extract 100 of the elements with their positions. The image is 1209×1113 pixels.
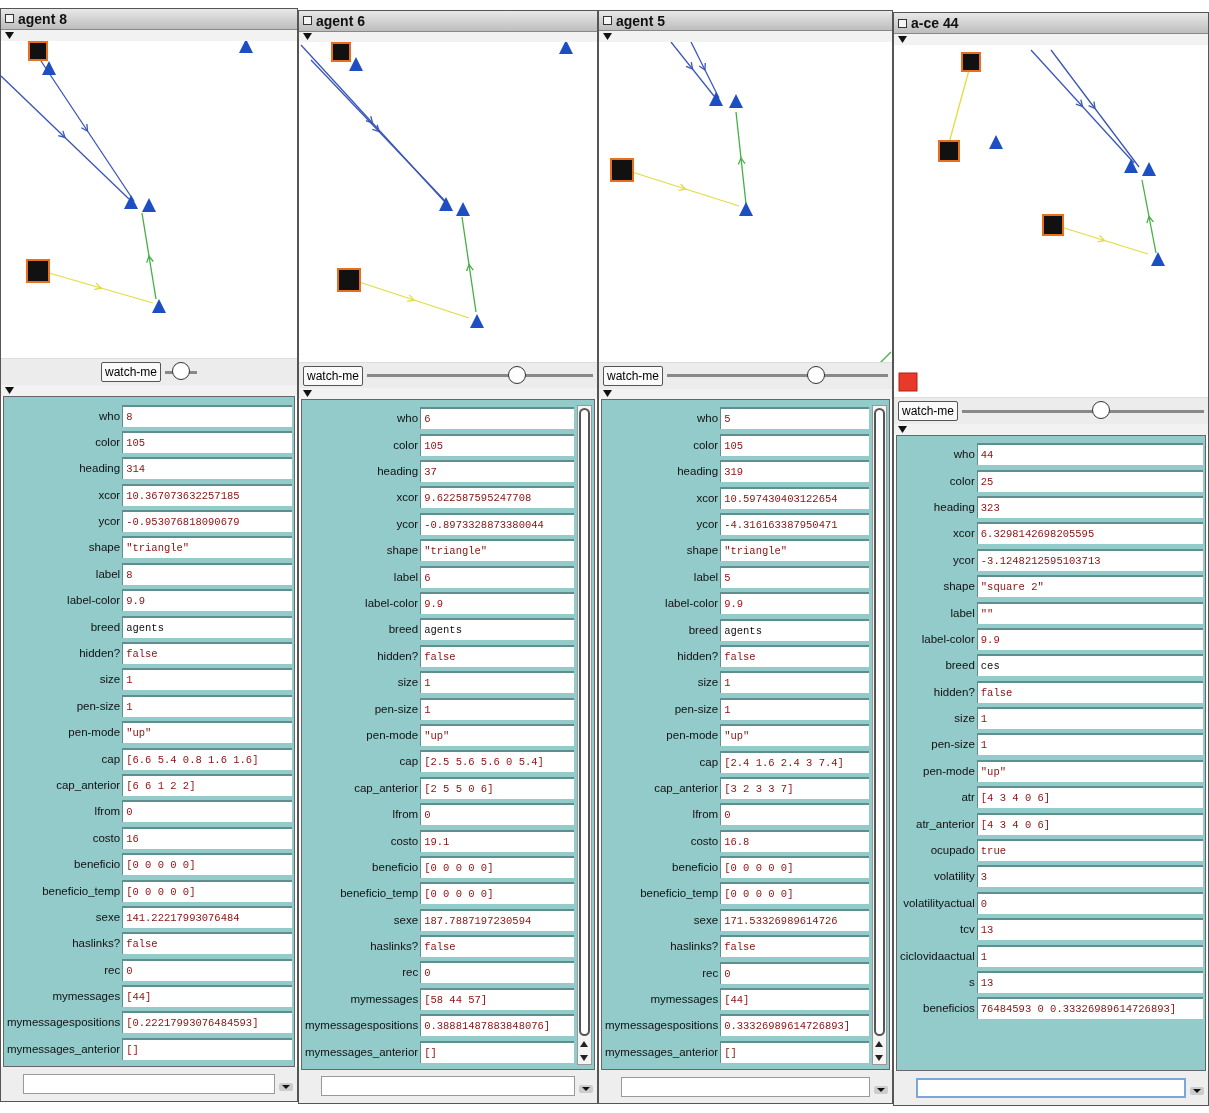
property-field[interactable]: 141.22217993076484 [122,905,292,928]
property-field[interactable]: [2 5 5 0 6] [420,776,574,799]
disclosure-triangle-icon[interactable] [303,33,312,41]
property-field[interactable]: 0 [420,803,574,826]
property-field[interactable]: true [976,839,1203,862]
property-field[interactable]: 0 [122,958,292,981]
property-field[interactable]: "triangle" [720,539,869,562]
property-field[interactable]: 1 [976,944,1203,967]
property-field[interactable]: 319 [720,460,869,483]
property-field[interactable]: 314 [122,457,292,480]
command-field[interactable] [621,1076,870,1097]
property-field[interactable]: 1 [122,668,292,691]
property-field[interactable]: 25 [976,469,1203,492]
property-field[interactable]: 1 [122,694,292,717]
property-field[interactable]: 0.38881487883848076] [420,1014,574,1037]
property-field[interactable]: 10.597430403122654 [720,486,869,509]
disclosure-triangle-icon[interactable] [898,36,907,43]
property-field[interactable]: [0.22217993076484593] [122,1011,292,1034]
property-field[interactable]: 10.367073632257185 [122,483,292,506]
property-field[interactable]: [2.4 1.6 2.4 3 7.4] [720,750,869,773]
property-field[interactable]: [44] [122,985,292,1008]
property-field[interactable]: 1 [720,697,869,720]
property-field[interactable]: false [122,642,292,664]
disclosure-triangle-icon[interactable] [5,31,14,39]
scroll-bar[interactable] [872,405,887,1065]
property-field[interactable]: 105 [122,430,292,453]
property-field[interactable]: 44 [976,443,1203,466]
property-field[interactable]: 6 [420,407,574,430]
slider-thumb[interactable] [508,365,527,384]
close-icon[interactable] [5,14,14,24]
watch-me-button[interactable]: watch-me [101,362,161,383]
property-field[interactable]: false [720,935,869,958]
property-field[interactable]: [6.6 5.4 0.8 1.6 1.6] [122,747,292,770]
property-field[interactable]: [4 3 4 0 6] [976,812,1203,835]
property-field[interactable]: 37 [420,460,574,483]
property-field[interactable]: [] [122,1037,292,1060]
property-field[interactable]: -3.1248212595103713 [976,548,1203,571]
property-field[interactable]: 9.9 [122,589,292,612]
property-field[interactable]: 1 [720,671,869,694]
property-field[interactable]: 9.9 [976,627,1203,650]
property-field[interactable]: 0 [420,961,574,984]
property-field[interactable]: [0 0 0 0 0] [720,856,869,879]
property-field[interactable]: "up" [720,724,869,747]
property-field[interactable]: 9.9 [420,592,574,614]
watch-me-button[interactable]: watch-me [603,365,663,386]
property-field[interactable]: 1 [420,671,574,694]
close-icon[interactable] [603,16,612,26]
property-field[interactable]: -4.316163387950471 [720,513,869,535]
property-field[interactable]: [58 44 57] [420,987,574,1010]
property-field[interactable]: ces [976,654,1203,677]
disclosure-triangle-icon[interactable] [603,390,612,398]
property-field[interactable]: false [420,935,574,958]
property-field[interactable]: [3 2 3 3 7] [720,776,869,799]
property-field[interactable]: [4 3 4 0 6] [976,786,1203,809]
property-field[interactable]: 16.8 [720,829,869,852]
watch-me-button[interactable]: watch-me [898,401,958,421]
property-field[interactable]: agents [420,618,574,641]
property-field[interactable]: [2.5 5.6 5.6 0 5.4] [420,750,574,773]
property-field[interactable]: 0.33326989614726893] [720,1014,869,1037]
property-field[interactable]: 5 [720,407,869,430]
property-field[interactable]: [6 6 1 2 2] [122,773,292,796]
property-field[interactable]: 0 [720,961,869,984]
watch-me-button[interactable]: watch-me [303,365,363,386]
property-field[interactable]: "triangle" [420,539,574,562]
property-field[interactable]: 5 [720,565,869,588]
property-field[interactable]: [0 0 0 0 0] [420,855,574,878]
property-field[interactable]: 6.3298142698205595 [976,522,1203,545]
disclosure-triangle-icon[interactable] [5,387,14,395]
property-field[interactable]: false [420,644,574,667]
property-field[interactable]: 76484593 0 0.33326989614726893] [976,997,1203,1020]
property-field[interactable]: 105 [420,433,574,456]
property-field[interactable]: 6 [420,565,574,588]
disclosure-triangle-icon[interactable] [303,390,312,398]
property-field[interactable]: agents [122,615,292,638]
property-field[interactable]: [0 0 0 0 0] [720,882,869,905]
property-field[interactable]: 3 [976,865,1203,888]
property-field[interactable]: 0 [122,800,292,823]
property-field[interactable]: 323 [976,495,1203,518]
property-field[interactable]: 1 [420,697,574,720]
property-field[interactable]: 9.9 [720,592,869,615]
property-field[interactable]: 0 [720,803,869,826]
property-field[interactable]: false [976,680,1203,703]
property-field[interactable]: 8 [122,562,292,585]
slider-thumb[interactable] [1091,401,1110,419]
scroll-bar[interactable] [577,405,592,1065]
property-field[interactable]: 16 [122,826,292,849]
property-field[interactable]: 1 [976,707,1203,730]
slider-thumb[interactable] [807,365,826,384]
property-field[interactable]: agents [720,618,869,641]
property-field[interactable]: "up" [976,759,1203,782]
command-field[interactable] [916,1078,1186,1098]
property-field[interactable]: 187.7887197230594 [420,908,574,931]
property-field[interactable]: false [720,644,869,667]
property-field[interactable]: "triangle" [122,536,292,559]
property-field[interactable]: [0 0 0 0 0] [420,882,574,905]
property-field[interactable]: 19.1 [420,829,574,852]
property-field[interactable]: -0.8973328873380044 [420,512,574,535]
property-field[interactable]: [0 0 0 0 0] [122,853,292,876]
property-field[interactable]: [0 0 0 0 0] [122,879,292,902]
property-field[interactable]: 171.53326989614726 [720,908,869,931]
